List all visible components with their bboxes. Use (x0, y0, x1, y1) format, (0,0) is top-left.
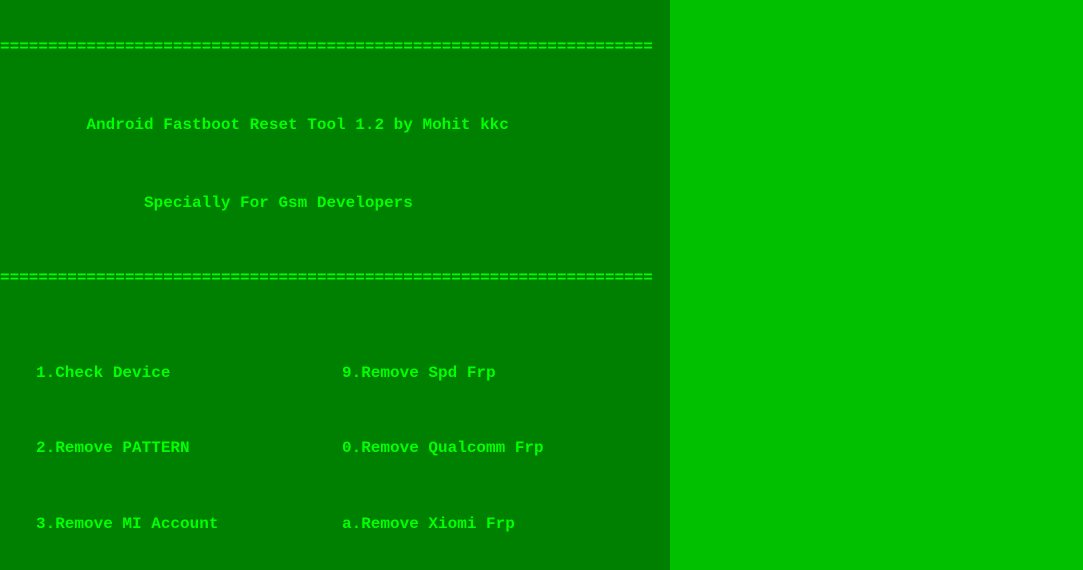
menu-item-9[interactable]: 9.Remove Spd Frp (342, 364, 670, 383)
app-subtitle: Specially For Gsm Developers (0, 174, 670, 213)
app-title: Android Fastboot Reset Tool 1.2 by Mohit… (0, 96, 670, 135)
menu-item-a[interactable]: a.Remove Xiomi Frp (342, 515, 670, 534)
divider-mid: ========================================… (0, 251, 670, 288)
menu-item-2[interactable]: 2.Remove PATTERN (0, 439, 342, 458)
terminal-window: ========================================… (0, 0, 670, 570)
menu-row-3: 3.Remove MI Account a.Remove Xiomi Frp (0, 497, 670, 534)
menu-item-0[interactable]: 0.Remove Qualcomm Frp (342, 439, 670, 458)
menu-item-3[interactable]: 3.Remove MI Account (0, 515, 342, 534)
side-panel (670, 0, 1083, 570)
menu-row-2: 2.Remove PATTERN 0.Remove Qualcomm Frp (0, 421, 670, 458)
menu-row-1: 1.Check Device 9.Remove Spd Frp (0, 346, 670, 383)
menu-item-1[interactable]: 1.Check Device (0, 364, 342, 383)
divider-top: ========================================… (0, 38, 670, 57)
